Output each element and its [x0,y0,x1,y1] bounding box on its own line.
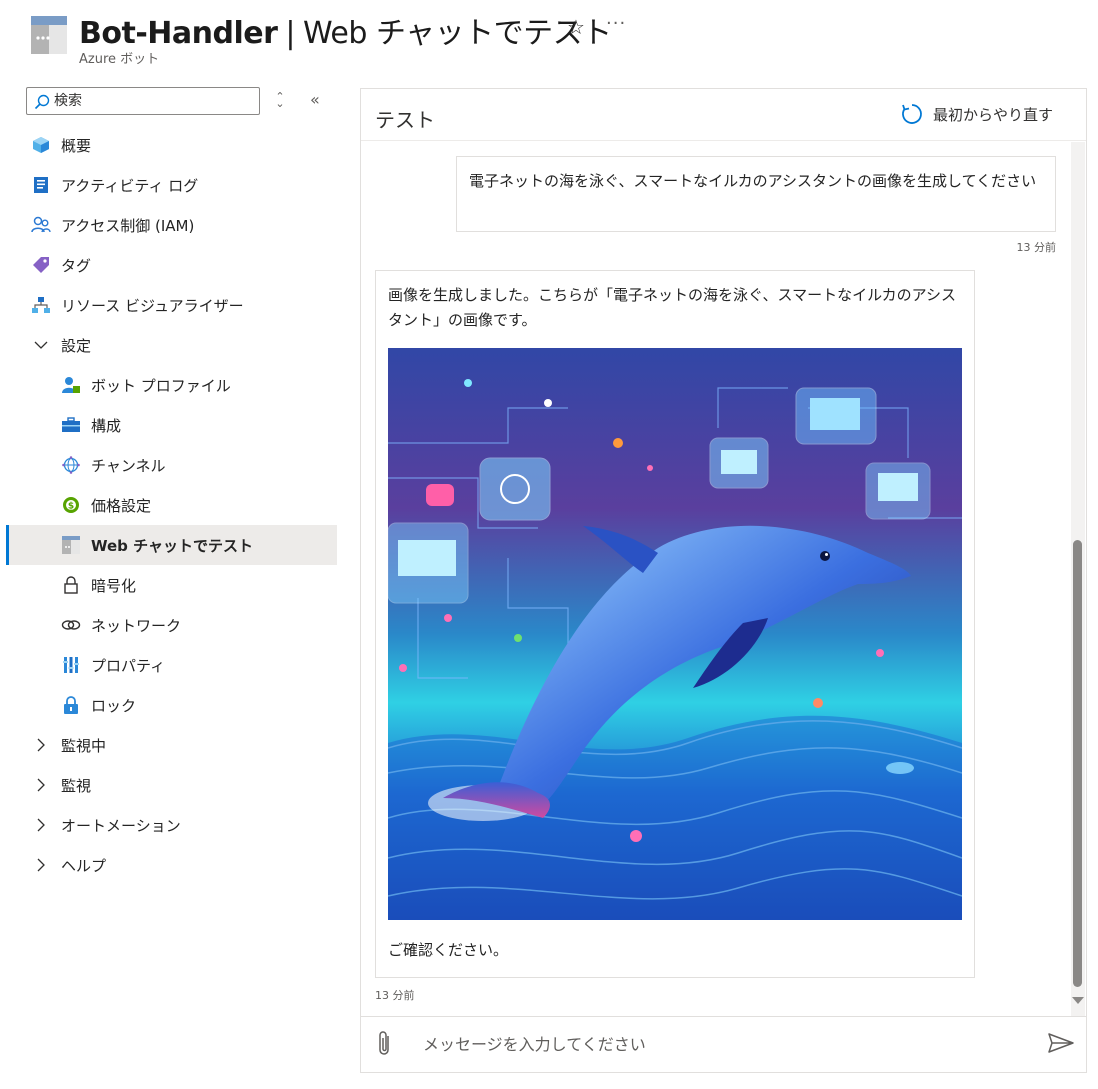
globe-icon [61,455,81,475]
sidebar-item-label: アクティビティ ログ [61,176,199,195]
sidebar-item-label: オートメーション [61,816,181,835]
bot-message-timestamp: 13 分前 [375,989,415,1002]
web-chat-icon [61,535,81,555]
sidebar-item-label: 監視 [61,776,92,795]
sidebar-group-help[interactable]: ヘルプ [6,845,337,885]
user-message-bubble: 電子ネットの海を泳ぐ、スマートなイルカのアシスタントの画像を生成してください [456,156,1056,232]
ellipsis-icon[interactable]: ··· [606,13,626,34]
sidebar-item-encryption[interactable]: 暗号化 [6,565,337,605]
sort-icon[interactable]: ⌃ ⌄ [274,91,286,109]
sidebar-item-access-control[interactable]: アクセス制御 (IAM) [6,205,337,245]
sidebar-group-automation[interactable]: オートメーション [6,805,337,845]
sidebar-item-networking[interactable]: ネットワーク [6,605,337,645]
lock-icon [61,695,81,715]
sidebar-item-label: 監視中 [61,736,107,755]
people-icon [31,215,51,235]
page-title: Bot-Handler | Web チャットでテスト [79,8,612,52]
blade-name: Web チャットでテスト [303,16,612,51]
sidebar-item-label: ヘルプ [61,856,107,875]
generated-dolphin-image[interactable] [388,348,962,920]
sidebar-group-settings[interactable]: 設定 [6,325,337,365]
send-icon[interactable] [1047,1032,1075,1054]
sidebar-item-label: 概要 [61,136,92,155]
svg-text:$: $ [68,502,74,512]
chevron-right-icon [31,775,51,795]
lock-outline-icon [61,575,81,595]
user-message-timestamp: 13 分前 [1016,241,1057,254]
panel-title: テスト [375,108,435,132]
sidebar-item-label: タグ [61,256,92,275]
resource-name: Bot-Handler [79,16,278,51]
pricing-icon: $ [61,495,81,515]
search-icon [34,94,50,110]
restart-label: 最初からやり直す [933,105,1054,124]
sidebar-item-label: ネットワーク [91,616,182,635]
sidebar-item-label: ロック [91,696,137,715]
toolbox-icon [61,415,81,435]
sidebar-item-tags[interactable]: タグ [6,245,337,285]
sidebar-group-monitoring[interactable]: 監視 [6,765,337,805]
collapse-sidebar-icon[interactable]: « [310,90,320,109]
sidebar-item-activity-log[interactable]: アクティビティ ログ [6,165,337,205]
azure-portal-page: Bot-Handler | Web チャットでテスト ☆ ··· Azure ボット… [0,0,1098,1089]
user-message-text: 電子ネットの海を泳ぐ、スマートなイルカのアシスタントの画像を生成してください [469,172,1037,190]
bot-profile-icon [61,375,81,395]
webchat-panel: テスト 最初からやり直す 電子ネットの海を泳ぐ、スマートなイルカのアシスタントの… [360,88,1087,1073]
hierarchy-icon [31,295,51,315]
chat-scrollbar[interactable] [1071,142,1085,1019]
properties-icon [61,655,81,675]
sidebar-item-test-in-web-chat[interactable]: Web チャットでテスト [6,525,337,565]
scroll-down-arrow-icon[interactable] [1072,997,1084,1004]
page-header: Bot-Handler | Web チャットでテスト ☆ ··· Azure ボット [0,0,1098,80]
sidebar-item-pricing[interactable]: $ 価格設定 [6,485,337,525]
message-input[interactable] [423,1031,1023,1057]
bot-message-bubble: 画像を生成しました。こちらが「電子ネットの海を泳ぐ、スマートなイルカのアシスタン… [375,270,975,978]
chevron-down-icon [31,335,51,355]
scrollbar-thumb[interactable] [1073,540,1082,987]
sidebar-item-label: 暗号化 [91,576,137,595]
sidebar-item-label: チャンネル [91,456,166,475]
sidebar-item-overview[interactable]: 概要 [6,125,337,165]
sidebar-item-bot-profile[interactable]: ボット プロファイル [6,365,337,405]
sidebar-item-label: アクセス制御 (IAM) [61,216,195,235]
sidebar: ⌃⌄ « 概要 アクティビティ ログ アクセス [0,80,345,1089]
sidebar-group-monitoring-active[interactable]: 監視中 [6,725,337,765]
page-subtitle: Azure ボット [79,52,160,67]
link-icon [61,615,81,635]
sidebar-item-locks[interactable]: ロック [6,685,337,725]
sidebar-item-label: 設定 [61,336,92,355]
sidebar-item-label: プロパティ [91,656,166,675]
sidebar-search[interactable] [26,87,260,115]
star-icon[interactable]: ☆ [567,15,585,39]
panel-header: テスト 最初からやり直す [361,89,1086,141]
sidebar-item-channels[interactable]: チャンネル [6,445,337,485]
paperclip-icon[interactable] [377,1030,393,1058]
sidebar-item-label: 構成 [91,416,122,435]
bot-message-text: 画像を生成しました。こちらが「電子ネットの海を泳ぐ、スマートなイルカのアシスタン… [388,286,957,329]
sidebar-item-label: 価格設定 [91,496,152,515]
chevron-right-icon [31,855,51,875]
sidebar-item-resource-visualizer[interactable]: リソース ビジュアライザー [6,285,337,325]
title-separator: | [285,16,295,51]
sidebar-item-label: リソース ビジュアライザー [61,296,244,315]
chevron-right-icon [31,735,51,755]
tag-icon [31,255,51,275]
bot-message-outro: ご確認ください。 [388,941,509,959]
activity-log-icon [31,175,51,195]
chevron-right-icon [31,815,51,835]
cube-icon [31,135,51,155]
search-input[interactable] [54,91,254,111]
refresh-icon [902,104,922,124]
sidebar-item-label: ボット プロファイル [91,376,231,395]
message-composer [361,1016,1086,1072]
sidebar-item-label: Web チャットでテスト [91,536,253,555]
sidebar-item-configuration[interactable]: 構成 [6,405,337,445]
chat-transcript: 電子ネットの海を泳ぐ、スマートなイルカのアシスタントの画像を生成してください 1… [361,142,1071,1019]
sidebar-item-properties[interactable]: プロパティ [6,645,337,685]
web-chat-resource-icon [31,16,67,54]
restart-button[interactable]: 最初からやり直す [901,103,1053,125]
